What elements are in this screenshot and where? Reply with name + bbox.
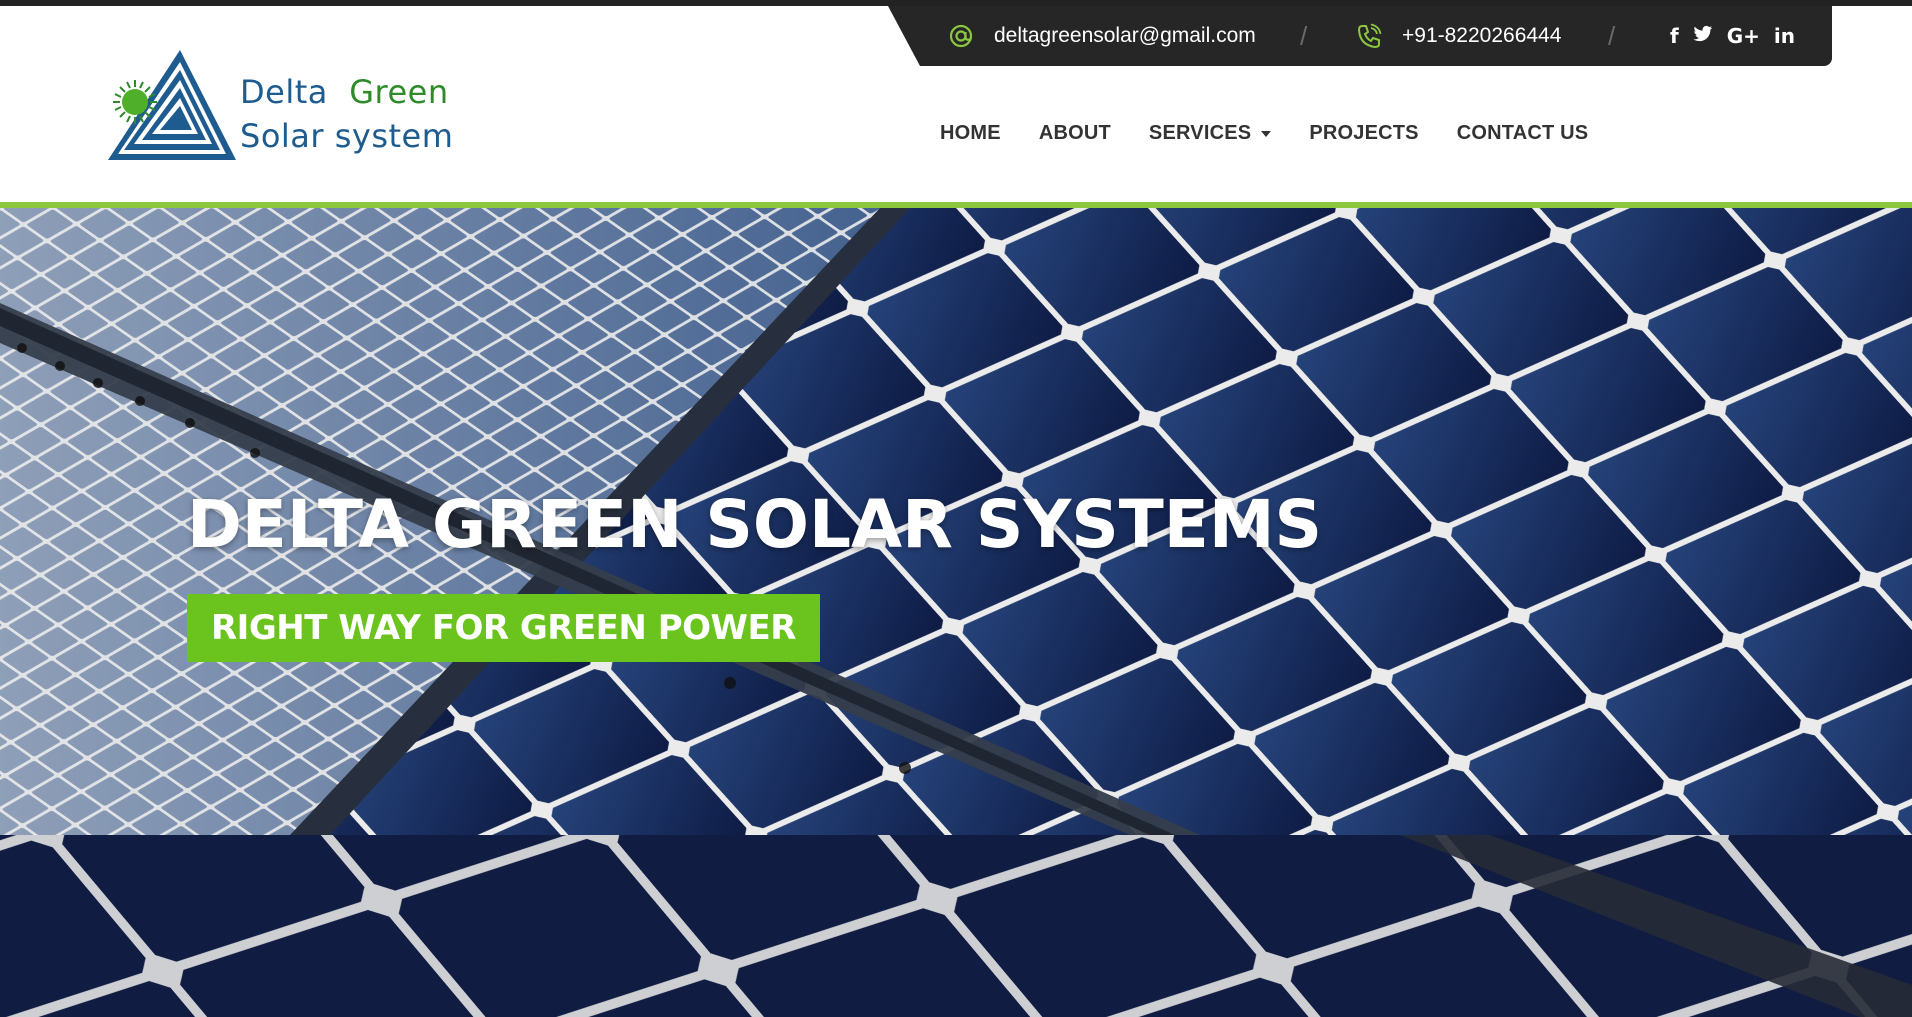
nav-contact-us[interactable]: CONTACT US xyxy=(1457,122,1589,145)
logo-word-green: Green xyxy=(349,73,449,111)
nav-home[interactable]: HOME xyxy=(940,122,1001,145)
hero-title: DELTA GREEN SOLAR SYSTEMS xyxy=(187,486,1323,563)
logo-line-solar-system: Solar system xyxy=(240,117,454,155)
hero-banner: DELTA GREEN SOLAR SYSTEMS RIGHT WAY FOR … xyxy=(0,208,1912,835)
contact-topbar: deltagreensolar@gmail.com / +91-82202664… xyxy=(888,6,1832,66)
twitter-icon[interactable] xyxy=(1693,24,1713,48)
topbar-separator: / xyxy=(1300,21,1308,51)
linkedin-icon[interactable]: in xyxy=(1774,24,1795,48)
phone-contact[interactable]: +91-8220266444 xyxy=(1356,20,1561,52)
phone-icon xyxy=(1356,23,1382,49)
hero-tagline-badge: RIGHT WAY FOR GREEN POWER xyxy=(187,594,820,662)
facebook-icon[interactable]: f xyxy=(1670,24,1679,48)
nav-services-label: SERVICES xyxy=(1148,122,1252,144)
topbar-separator: / xyxy=(1608,21,1616,51)
site-header: Delta Green Solar system deltagreensolar… xyxy=(0,6,1912,202)
solar-panel-closeup-background xyxy=(0,835,1912,1017)
nav-about[interactable]: ABOUT xyxy=(1039,122,1111,145)
hero-tagline: RIGHT WAY FOR GREEN POWER xyxy=(211,608,796,648)
site-logo[interactable]: Delta Green Solar system xyxy=(108,48,468,168)
nav-projects[interactable]: PROJECTS xyxy=(1309,122,1418,145)
email-text: deltagreensolar@gmail.com xyxy=(994,24,1256,47)
nav-services[interactable]: SERVICES xyxy=(1148,122,1272,145)
google-plus-icon[interactable]: G+ xyxy=(1727,24,1760,48)
social-links: f G+ in xyxy=(1670,20,1795,52)
email-contact[interactable]: deltagreensolar@gmail.com xyxy=(948,20,1256,52)
logo-wordmark: Delta Green Solar system xyxy=(240,70,453,158)
caret-down-icon xyxy=(1261,130,1272,137)
main-navigation: HOME ABOUT SERVICES PROJECTS CONTACT US xyxy=(940,122,1588,145)
logo-word-delta: Delta xyxy=(240,73,328,111)
delta-logo-icon xyxy=(108,50,236,160)
next-slide-preview xyxy=(0,835,1912,1017)
phone-text: +91-8220266444 xyxy=(1402,24,1562,47)
at-icon xyxy=(948,23,974,49)
